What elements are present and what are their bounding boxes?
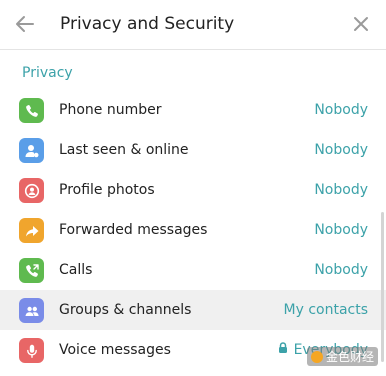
- group-icon: [19, 298, 44, 323]
- row-label: Voice messages: [59, 342, 171, 358]
- row-label: Calls: [59, 262, 93, 278]
- profile-photo-icon: [19, 178, 44, 203]
- arrow-left-icon: [16, 16, 34, 32]
- calls-icon: [19, 258, 44, 283]
- row-value: Nobody: [314, 100, 368, 120]
- forward-icon: [19, 218, 44, 243]
- row-value-text: Nobody: [314, 262, 368, 278]
- row-value-text: Nobody: [314, 142, 368, 158]
- setting-row-calls[interactable]: Calls Nobody: [0, 250, 386, 290]
- header: Privacy and Security: [0, 0, 386, 50]
- row-label: Groups & channels: [59, 302, 192, 318]
- setting-row-groups-channels[interactable]: Groups & channels My contacts: [0, 290, 386, 330]
- row-value: Nobody: [314, 140, 368, 160]
- row-value: My contacts: [284, 300, 369, 320]
- user-clock-icon: [19, 138, 44, 163]
- row-label: Phone number: [59, 102, 162, 118]
- row-value-text: My contacts: [283, 302, 369, 318]
- close-icon: [354, 17, 368, 31]
- scrollbar[interactable]: [381, 212, 384, 362]
- watermark-text: 金色财经: [325, 350, 374, 364]
- row-value-text: Nobody: [314, 102, 368, 118]
- privacy-list: Phone number Nobody Last seen & online N…: [0, 90, 386, 370]
- setting-row-forwarded-messages[interactable]: Forwarded messages Nobody: [0, 210, 386, 250]
- setting-row-profile-photos[interactable]: Profile photos Nobody: [0, 170, 386, 210]
- page-title: Privacy and Security: [60, 14, 235, 34]
- row-value: Nobody: [314, 220, 368, 240]
- setting-row-phone-number[interactable]: Phone number Nobody: [0, 90, 386, 130]
- row-value: Nobody: [314, 260, 368, 280]
- back-button[interactable]: [12, 11, 38, 37]
- setting-row-last-seen[interactable]: Last seen & online Nobody: [0, 130, 386, 170]
- row-value-text: Nobody: [314, 182, 368, 198]
- watermark: 金色财经: [306, 347, 378, 366]
- section-title-privacy: Privacy: [22, 65, 73, 81]
- close-button[interactable]: [349, 12, 373, 36]
- row-value-text: Nobody: [314, 222, 368, 238]
- row-label: Last seen & online: [59, 142, 189, 158]
- row-label: Profile photos: [59, 182, 155, 198]
- microphone-icon: [19, 338, 44, 363]
- lock-icon: [278, 340, 288, 360]
- phone-icon: [19, 98, 44, 123]
- watermark-logo-icon: [310, 350, 323, 363]
- row-value: Nobody: [314, 180, 368, 200]
- row-label: Forwarded messages: [59, 222, 208, 238]
